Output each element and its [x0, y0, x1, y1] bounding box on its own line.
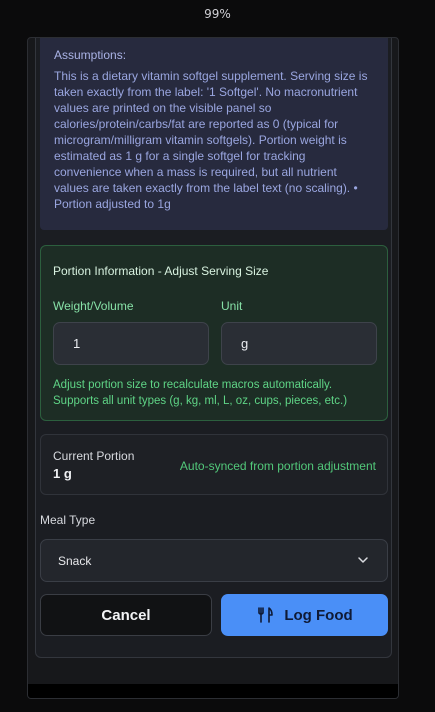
sync-status: Auto-synced from portion adjustment: [179, 459, 376, 473]
current-portion-card: Current Portion 1 g Auto-synced from por…: [40, 434, 388, 495]
weight-label: Weight/Volume: [53, 299, 134, 313]
portion-section: Portion Information - Adjust Serving Siz…: [40, 245, 388, 421]
app-window: Assumptions: This is a dietary vitamin s…: [27, 37, 399, 699]
meal-type-value: Snack: [58, 553, 92, 568]
chevron-down-icon: [358, 557, 368, 563]
zoom-level: 99%: [204, 7, 231, 21]
utensils-icon: [258, 607, 274, 623]
weight-input[interactable]: 1: [53, 322, 209, 365]
log-food-panel: Assumptions: This is a dietary vitamin s…: [35, 38, 392, 658]
unit-label: Unit: [221, 299, 243, 313]
assumptions-heading: Assumptions:: [54, 48, 127, 62]
current-portion-label: Current Portion: [53, 449, 135, 463]
cancel-button-label: Cancel: [101, 606, 151, 624]
meal-type-select[interactable]: Snack: [40, 539, 388, 582]
unit-input[interactable]: g: [221, 322, 377, 365]
portion-help-text: Adjust portion size to recalculate macro…: [53, 379, 348, 407]
meal-type-label: Meal Type: [40, 513, 96, 527]
cancel-button[interactable]: Cancel: [40, 594, 212, 636]
assumptions-text: This is a dietary vitamin softgel supple…: [54, 69, 368, 211]
current-portion-value: 1 g: [53, 466, 72, 481]
log-food-button[interactable]: Log Food: [221, 594, 388, 636]
screen-bottom-bar: [28, 684, 398, 698]
portion-title: Portion Information - Adjust Serving Siz…: [53, 264, 269, 278]
log-food-button-label: Log Food: [284, 606, 353, 624]
assumptions-box: Assumptions: This is a dietary vitamin s…: [40, 38, 388, 230]
